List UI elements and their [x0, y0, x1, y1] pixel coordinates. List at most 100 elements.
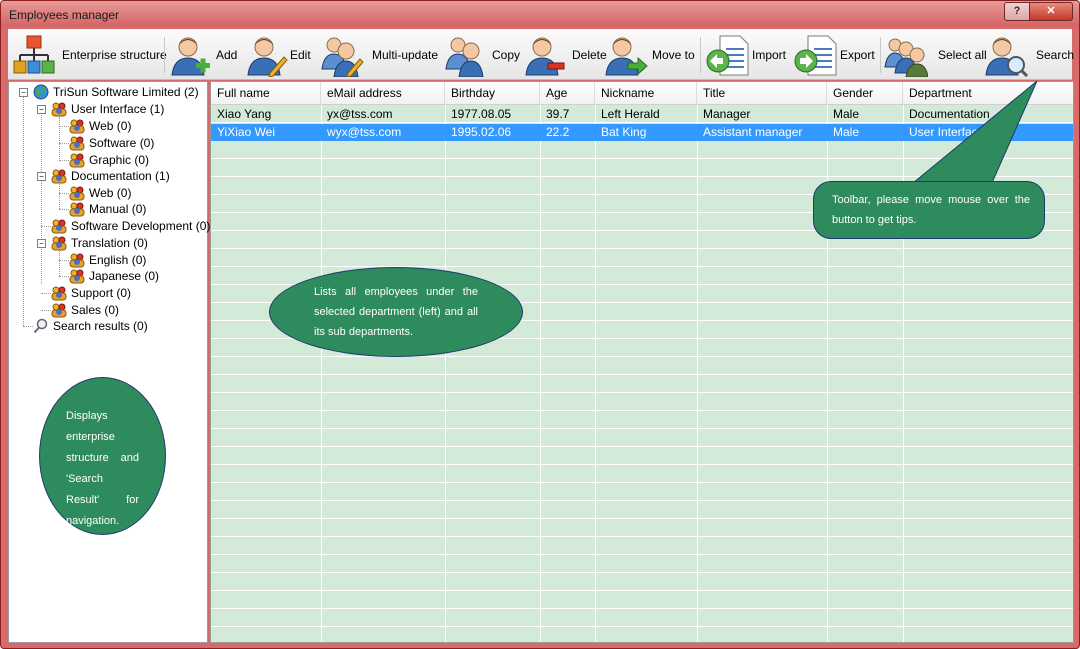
help-button[interactable]: ?: [1004, 2, 1030, 21]
delete-label: Delete: [572, 48, 607, 62]
tree-item-support[interactable]: Support (0): [31, 285, 201, 301]
cell-nickname: Left Herald: [601, 107, 660, 121]
column-header-gender[interactable]: Gender: [827, 82, 903, 104]
grid-header: Full name eMail address Birthday Age Nic…: [211, 82, 1073, 105]
collapse-icon[interactable]: −: [37, 105, 46, 114]
department-icon: [69, 136, 85, 151]
column-header-full-name[interactable]: Full name: [211, 82, 321, 104]
tree-line: [59, 160, 69, 161]
tree-item-label: Software Development (0): [71, 219, 211, 233]
tree-item-trisun-software-limited[interactable]: − TriSun Software Limited (2): [13, 84, 203, 100]
multi-update-label: Multi-update: [372, 48, 439, 62]
tree-item-software-development[interactable]: Software Development (0): [31, 218, 210, 234]
department-icon: [69, 153, 85, 168]
department-icon: [69, 202, 85, 217]
org-chart-icon: [13, 35, 55, 74]
department-icon: [69, 186, 85, 201]
copy-button[interactable]: Copy: [444, 29, 520, 79]
window-controls: ? ✕: [1004, 2, 1073, 21]
tree-line: [41, 108, 42, 284]
select-all-label: Select all: [938, 48, 987, 62]
toolbar-separator: [700, 37, 701, 73]
column-header-age[interactable]: Age: [540, 82, 595, 104]
search-label: Search: [1036, 48, 1075, 62]
tree-line: [59, 276, 69, 277]
tree-item-japanese[interactable]: Japanese (0): [49, 268, 199, 284]
add-button[interactable]: Add: [168, 29, 242, 79]
column-header-nickname[interactable]: Nickname: [595, 82, 697, 104]
edit-button[interactable]: Edit: [244, 29, 318, 79]
tree-line: [23, 326, 33, 327]
tree-item-label: Software (0): [89, 136, 155, 150]
user-move-icon: [605, 37, 648, 76]
export-button[interactable]: Export: [794, 29, 880, 79]
cell-age: 22.2: [546, 125, 570, 139]
tree-item-search-results[interactable]: Search results (0): [13, 318, 183, 334]
users-copy-icon: [445, 37, 484, 77]
tree-item-label: Sales (0): [71, 303, 120, 317]
tree-item-manual[interactable]: Manual (0): [49, 201, 199, 217]
tree-item-label: Web (0): [89, 186, 132, 200]
import-button[interactable]: Import: [706, 29, 792, 79]
table-row-selected[interactable]: YiXiao Wei wyx@tss.com 1995.02.06 22.2 B…: [211, 124, 1073, 141]
tree-callout: Displays enterprise structure and 'Searc…: [39, 377, 166, 535]
tree-item-documentation[interactable]: − Documentation (1): [31, 168, 201, 184]
cell-full-name: YiXiao Wei: [217, 125, 276, 139]
collapse-icon[interactable]: −: [37, 172, 46, 181]
move-to-button[interactable]: Move to: [604, 29, 696, 79]
tree-item-graphic[interactable]: Graphic (0): [49, 152, 199, 168]
cell-birthday: 1995.02.06: [451, 125, 512, 139]
tree-item-web[interactable]: Web (0): [49, 118, 199, 134]
export-label: Export: [840, 48, 875, 62]
column-header-department[interactable]: Department: [903, 82, 1073, 104]
select-all-button[interactable]: Select all: [884, 29, 987, 79]
title-bar[interactable]: Employees manager ? ✕: [1, 1, 1079, 27]
employee-grid[interactable]: Full name eMail address Birthday Age Nic…: [210, 81, 1074, 643]
toolbar-separator: [164, 37, 165, 73]
enterprise-tree[interactable]: − TriSun Software Limited (2) − User Int…: [8, 81, 210, 643]
globe-icon: [33, 84, 49, 100]
toolbar-separator: [880, 37, 881, 73]
cell-gender: Male: [833, 125, 860, 139]
delete-button[interactable]: Delete: [522, 29, 607, 79]
users-edit-icon: [321, 37, 364, 77]
multi-update-button[interactable]: Multi-update: [320, 29, 442, 79]
edit-label: Edit: [290, 48, 311, 62]
users-group-icon: [884, 38, 928, 77]
cell-email: wyx@tss.com: [327, 125, 402, 139]
enterprise-structure-button[interactable]: Enterprise structure: [12, 29, 167, 79]
tree-item-translation[interactable]: − Translation (0): [31, 235, 201, 251]
cell-department: Documentation: [909, 107, 990, 121]
column-header-title[interactable]: Title: [697, 82, 827, 104]
tree-item-label: Web (0): [89, 119, 132, 133]
window-title: Employees manager: [9, 8, 120, 22]
search-button[interactable]: Search: [984, 29, 1074, 79]
close-button[interactable]: ✕: [1030, 2, 1073, 21]
export-icon: [794, 35, 837, 76]
user-search-icon: [985, 37, 1028, 77]
tree-line: [59, 143, 69, 144]
tree-item-label: TriSun Software Limited (2): [53, 85, 199, 99]
tree-item-label: Documentation (1): [71, 169, 170, 183]
cell-email: yx@tss.com: [327, 107, 393, 121]
tree-item-web[interactable]: Web (0): [49, 185, 199, 201]
tree-line: [41, 226, 51, 227]
table-row[interactable]: Xiao Yang yx@tss.com 1977.08.05 39.7 Lef…: [211, 106, 1073, 123]
enterprise-structure-label: Enterprise structure: [62, 48, 167, 62]
tree-item-label: User Interface (1): [71, 102, 165, 116]
tree-item-software[interactable]: Software (0): [49, 135, 199, 151]
column-header-email[interactable]: eMail address: [321, 82, 445, 104]
tree-item-label: Manual (0): [89, 202, 147, 216]
collapse-icon[interactable]: −: [19, 88, 28, 97]
department-icon: [69, 269, 85, 284]
cell-nickname: Bat King: [601, 125, 647, 139]
cell-title: Manager: [703, 107, 751, 121]
magnifier-icon: [33, 318, 48, 334]
copy-label: Copy: [492, 48, 521, 62]
tree-item-english[interactable]: English (0): [49, 252, 199, 268]
column-header-birthday[interactable]: Birthday: [445, 82, 540, 104]
tree-line: [59, 209, 69, 210]
tree-item-user-interface[interactable]: − User Interface (1): [31, 101, 201, 117]
collapse-icon[interactable]: −: [37, 239, 46, 248]
tree-item-sales[interactable]: Sales (0): [31, 302, 201, 318]
